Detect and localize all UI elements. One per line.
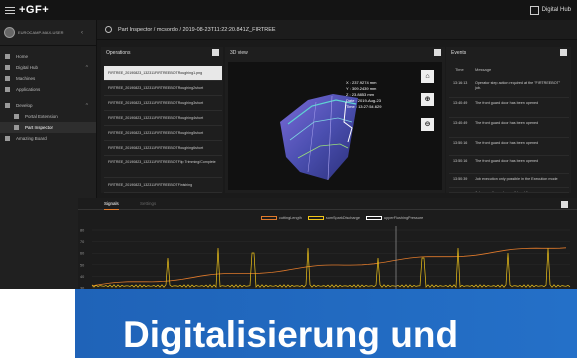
grid-icon — [5, 65, 10, 70]
table-row[interactable]: 13:40:49 The front guard door has been o… — [449, 118, 569, 138]
avatar — [4, 27, 15, 38]
hub-switcher[interactable]: Digital Hub — [529, 5, 571, 15]
banner-title: Digitalisierung und — [123, 314, 459, 355]
sidebar-item-develop[interactable]: Develop ^ — [0, 100, 96, 111]
list-item[interactable]: FIRTREE_20190823_132311FIRTREEBOTRoughin… — [104, 126, 222, 141]
3d-view-title: 3D view — [230, 50, 248, 56]
event-time — [449, 188, 475, 192]
sidebar-item-label: Machines — [16, 76, 36, 81]
column-message: Message — [475, 67, 492, 72]
3d-viewport[interactable]: X : 237.9274 mm Y : 309.2439 mm Z : 23.8… — [228, 62, 442, 190]
event-message: The front guard door has been opened — [475, 101, 539, 105]
slide-background — [0, 289, 75, 358]
series-line-cutting-length — [91, 247, 567, 287]
event-time: 13:40:49 — [453, 101, 468, 105]
list-item[interactable]: FIRTREE_20190823_132311FIRTREEBOTFlip Tr… — [104, 156, 222, 178]
y-tick-label: 80 — [80, 229, 84, 233]
zoom-out-icon[interactable]: ⊖ — [421, 118, 434, 131]
list-item[interactable]: FIRTREE_20190823_132311FIRTREEBOTFinishi… — [104, 178, 222, 193]
event-time: 13:16:13 — [453, 81, 468, 85]
table-row[interactable]: 13:50:16 The front guard door has been o… — [449, 156, 569, 174]
coordinate-readout: X : 237.9274 mm Y : 309.2439 mm Z : 23.8… — [346, 80, 381, 110]
sidebar-item-applications[interactable]: Applications — [0, 84, 96, 95]
column-time: Time — [455, 67, 464, 72]
table-row[interactable]: 13:40:49 The front guard door has been o… — [449, 98, 569, 118]
event-message: The front guard door has been opened — [475, 141, 539, 145]
sidebar-item-portal-extension[interactable]: Portal Extension — [0, 111, 96, 122]
sidebar-item-machines[interactable]: Machines — [0, 73, 96, 84]
zoom-in-icon[interactable]: ⊕ — [421, 93, 434, 106]
3d-part-render — [280, 94, 358, 181]
event-message: Operator step action required at the "FI… — [475, 81, 561, 90]
event-time: 13:50:16 — [453, 159, 468, 163]
chevron-up-icon: ^ — [85, 102, 88, 109]
board-icon — [5, 136, 10, 141]
breadcrumb[interactable]: Part Inspector / mcsordo / 2019-08-23T11… — [118, 27, 276, 33]
expand-icon[interactable] — [434, 49, 441, 56]
chevron-up-icon: ^ — [85, 64, 88, 71]
list-item[interactable]: FIRTREE_20190823_132311FIRTREEBOTRoughin… — [104, 141, 222, 156]
chevron-left-icon[interactable]: ‹ — [81, 30, 83, 36]
event-time: 13:40:49 — [453, 121, 468, 125]
title-banner: Digitalisierung und — [75, 289, 577, 358]
search-icon — [14, 125, 19, 130]
list-item[interactable]: FIRTREE_20190823_132311FIRTREEBOTRoughin… — [104, 81, 222, 96]
event-time: 13:50:39 — [453, 177, 468, 181]
y-tick-label: 70 — [80, 240, 84, 244]
gf-logo: +GF+ — [19, 4, 50, 16]
list-item[interactable]: FIRTREE_20190823_132311FIRTREEBOTRoughin… — [104, 96, 222, 111]
table-row[interactable]: 13:50:16 The front guard door has been o… — [449, 138, 569, 156]
apps-icon — [5, 87, 10, 92]
home-view-icon[interactable]: ⌂ — [421, 70, 434, 83]
top-bar: +GF+ Digital Hub — [0, 0, 577, 20]
sidebar-item-label: Home — [16, 54, 29, 59]
event-message: Job execution only possible while see — [475, 191, 537, 193]
y-tick-label: 50 — [80, 263, 84, 267]
list-item[interactable]: FIRTREE_20190823_132311FIRTREEBOTRoughin… — [104, 111, 222, 126]
digital-hub-icon — [529, 5, 539, 15]
y-tick-label: 60 — [80, 252, 84, 256]
expand-icon[interactable] — [560, 49, 567, 56]
home-icon — [5, 54, 10, 59]
event-message: Job execution only possible in the Execu… — [475, 177, 558, 181]
sidebar-item-label: Portal Extension — [25, 114, 58, 119]
hub-label: Digital Hub — [541, 7, 571, 13]
readout-time: Time : 13:27:54.629 — [346, 104, 382, 109]
sidebar-item-label: Amazing Board — [16, 136, 47, 141]
breadcrumb-bar: Part Inspector / mcsordo / 2019-08-23T11… — [97, 20, 577, 40]
table-row[interactable]: Job execution only possible while see — [449, 188, 569, 193]
sidebar-item-digital-hub[interactable]: Digital Hub ^ — [0, 62, 96, 73]
sidebar-item-home[interactable]: Home — [0, 51, 96, 62]
sidebar-item-label: Digital Hub — [16, 65, 39, 70]
sidebar-item-label: Applications — [16, 87, 41, 92]
events-table-header: Time Message — [449, 67, 569, 76]
event-time: 13:50:16 — [453, 141, 468, 145]
events-title: Events — [451, 50, 467, 56]
user-block[interactable]: EUROCAMP-MAX-USER ‹ — [0, 20, 96, 46]
search-icon[interactable] — [105, 26, 112, 33]
sidebar-item-label: Develop — [16, 103, 33, 108]
expand-icon[interactable] — [212, 49, 219, 56]
hamburger-menu-icon[interactable] — [5, 6, 15, 14]
operations-list: FIRTREE_20190823_132311FIRTREEBOTRoughin… — [104, 66, 222, 193]
operations-title: Operations — [106, 50, 131, 56]
extension-icon — [14, 114, 19, 119]
table-row[interactable]: 13:50:39 Job execution only possible in … — [449, 174, 569, 188]
sidebar-item-label: Part Inspector — [25, 125, 54, 130]
wrench-icon — [5, 103, 10, 108]
machine-icon — [5, 76, 10, 81]
table-row[interactable]: 13:16:13 Operator step action required a… — [449, 78, 569, 98]
y-tick-label: 40 — [80, 275, 84, 279]
sidebar-item-amazing-board[interactable]: Amazing Board — [0, 133, 96, 144]
event-message: The front guard door has been opened — [475, 159, 539, 163]
list-item[interactable]: FIRTREE_20190823_132311FIRTREEBOTRoughin… — [104, 66, 222, 81]
event-message: The front guard door has been opened — [475, 121, 539, 125]
screenshot-frame: +GF+ Digital Hub EUROCAMP-MAX-USER ‹ Hom… — [0, 0, 577, 358]
sidebar-item-part-inspector[interactable]: Part Inspector — [0, 122, 96, 133]
user-name: EUROCAMP-MAX-USER — [18, 30, 64, 35]
